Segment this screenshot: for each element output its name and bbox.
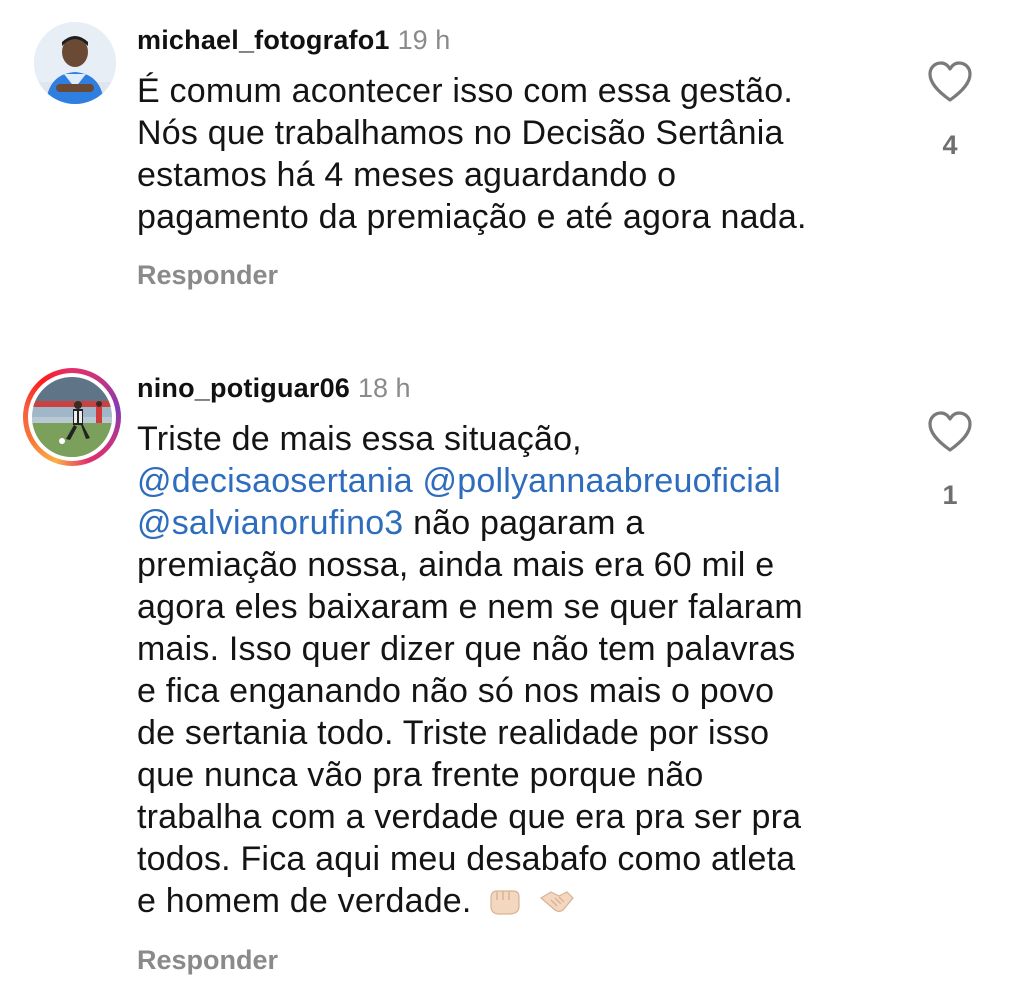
avatar[interactable] bbox=[34, 22, 116, 104]
story-ring bbox=[28, 373, 116, 461]
profile-photo-icon bbox=[34, 22, 116, 104]
comment-username[interactable]: nino_potiguar06 bbox=[137, 373, 350, 403]
comment-line: agora eles baixaram e nem se quer falara… bbox=[137, 588, 803, 626]
like-count: 1 bbox=[942, 480, 958, 510]
comment-line: É comum acontecer isso com essa gestão. bbox=[137, 72, 793, 110]
avatar[interactable] bbox=[23, 368, 121, 466]
comment-text-fragment: não pagaram a bbox=[403, 504, 645, 542]
mention-link[interactable]: @decisaosertania bbox=[137, 462, 413, 500]
comment-text: É comum acontecer isso com essa gestão. … bbox=[137, 70, 897, 238]
comment-text: Triste de mais essa situação, @decisaose… bbox=[137, 418, 897, 922]
comment-line: Nós que trabalhamos no Decisão Sertânia bbox=[137, 114, 784, 152]
comment-line: estamos há 4 meses aguardando o bbox=[137, 156, 677, 194]
reply-button[interactable]: Responder bbox=[137, 945, 278, 976]
comment-line: todos. Fica aqui meu desabafo como atlet… bbox=[137, 840, 796, 878]
heart-icon[interactable] bbox=[926, 60, 974, 104]
comment-line: pagamento da premiação e até agora nada. bbox=[137, 198, 807, 236]
mention-link[interactable]: @pollyannaabreuoficial bbox=[423, 462, 781, 500]
comment-line: e fica enganando não só nos mais o povo bbox=[137, 672, 775, 710]
reply-button[interactable]: Responder bbox=[137, 260, 278, 291]
comment-line: Triste de mais essa situação, bbox=[137, 420, 582, 458]
mention-link[interactable]: @salvianorufino3 bbox=[137, 504, 403, 542]
profile-photo-icon bbox=[32, 377, 112, 457]
heart-icon[interactable] bbox=[926, 410, 974, 454]
like-count: 4 bbox=[942, 130, 958, 160]
handshake-emoji-icon bbox=[539, 891, 574, 913]
comment-line: e homem de verdade. bbox=[137, 880, 897, 922]
comment-line: que nunca vão pra frente porque não bbox=[137, 756, 704, 794]
comment-line: premiação nossa, ainda mais era 60 mil e bbox=[137, 546, 775, 584]
comment-line: de sertania todo. Triste realidade por i… bbox=[137, 714, 770, 752]
comment-line: mais. Isso quer dizer que não tem palavr… bbox=[137, 630, 796, 668]
comment-line: @salvianorufino3 não pagaram a bbox=[137, 502, 897, 544]
comment-timestamp: 19 h bbox=[397, 25, 451, 55]
comment-line: trabalha com a verdade que era pra ser p… bbox=[137, 798, 802, 836]
comment-username[interactable]: michael_fotografo1 bbox=[137, 25, 390, 55]
comment-text-fragment: e homem de verdade. bbox=[137, 882, 472, 920]
fist-emoji-icon bbox=[490, 890, 520, 915]
comment-timestamp: 18 h bbox=[358, 373, 411, 403]
comment-line: @decisaosertania @pollyannaabreuoficial bbox=[137, 460, 897, 502]
